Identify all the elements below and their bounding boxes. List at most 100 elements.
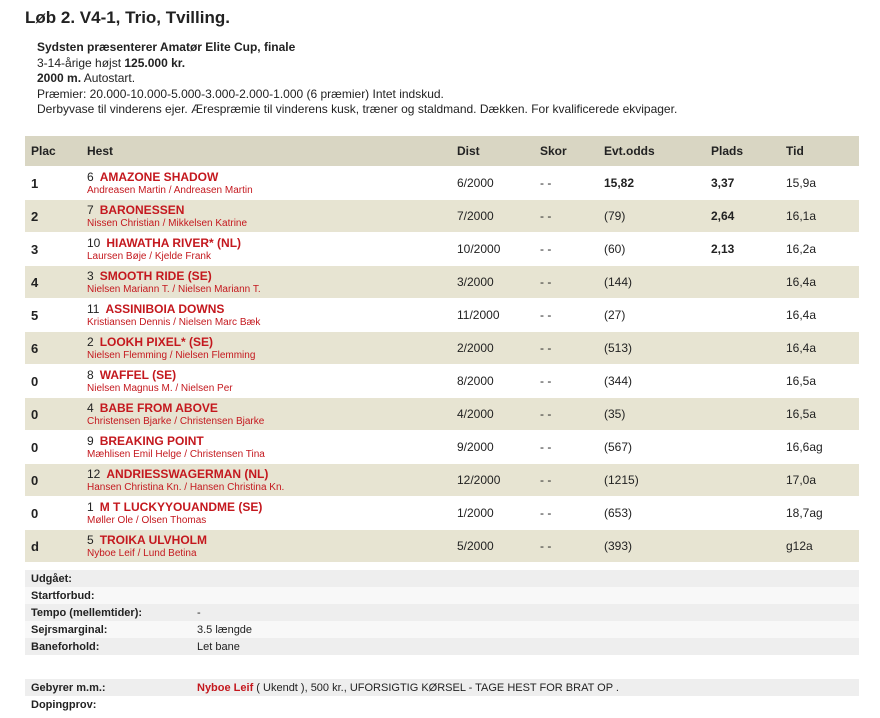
horse-number: 1 [87,499,94,514]
results-header-row: Plac Hest Dist Skor Evt.odds Plads Tid [25,136,859,167]
cell-hest: 5 TROIKA ULVHOLM Nyboe Leif / Lund Betina [81,529,451,562]
horse-name-link[interactable]: BREAKING POINT [100,434,204,448]
driver-trainer-link[interactable]: Nielsen Mariann T. / Nielsen Mariann T. [87,283,451,297]
cell-dist: 7/2000 [451,199,534,233]
cell-skor: - - [534,463,598,497]
cell-odds: (653) [598,496,705,530]
col-dist: Dist [451,136,534,167]
race-distance: 2000 m. Autostart. [37,71,677,87]
cell-plac: 0 [25,364,81,398]
race-distance-value: 2000 m. [37,71,82,86]
table-row: 5 11 ASSINIBOIA DOWNS Kristiansen Dennis / … [25,298,859,332]
race-max-earnings: 125.000 kr. [124,55,186,70]
col-skor: Skor [534,136,598,167]
cell-odds: (1215) [598,463,705,497]
doping-label: Dopingprov: [31,698,97,711]
driver-trainer-link[interactable]: Andreasen Martin / Andreasen Martin [87,184,451,198]
cell-skor: - - [534,199,598,233]
cell-hest: 6 AMAZONE SHADOW Andreasen Martin / Andrea… [81,166,451,200]
horse-name-link[interactable]: TROIKA ULVHOLM [100,533,207,547]
cell-skor: - - [534,331,598,365]
cell-plads [705,496,780,530]
horse-name-link[interactable]: BABE FROM ABOVE [100,401,218,415]
meta-label: Tempo (mellemtider): [25,604,191,621]
col-plads: Plads [705,136,780,167]
horse-name-link[interactable]: ASSINIBOIA DOWNS [105,302,224,316]
cell-plads [705,298,780,332]
table-row: 4 3 SMOOTH RIDE (SE) Nielsen Mariann T. / N… [25,265,859,299]
cell-odds: (144) [598,265,705,299]
fees-label: Gebyrer m.m.: [25,679,191,696]
table-row: 0 8 WAFFEL (SE) Nielsen Magnus M. / Nielsen… [25,364,859,398]
meta-label: Udgået: [25,570,191,587]
meta-value: Let bane [191,638,859,655]
cell-tid: 15,9a [780,166,859,200]
cell-skor: - - [534,232,598,266]
cell-plads [705,265,780,299]
table-row: 01 M T LUCKYYOUANDME (SE) Møller Ole / Ols… [25,496,859,530]
fees-driver-link[interactable]: Nyboe Leif [197,682,253,694]
race-start-type: Autostart. [81,71,136,86]
horse-name-link[interactable]: LOOKH PIXEL* (SE) [100,335,213,349]
driver-trainer-link[interactable]: Nyboe Leif / Lund Betina [87,547,451,561]
col-tid: Tid [780,136,859,167]
driver-trainer-link[interactable]: Nissen Christian / Mikkelsen Katrine [87,217,451,231]
cell-plac: 0 [25,397,81,431]
driver-trainer-link[interactable]: Hansen Christina Kn. / Hansen Christina … [87,481,451,495]
table-row: 1 6 AMAZONE SHADOW Andreasen Martin / Andre… [25,166,859,200]
fees-row: Gebyrer m.m.: Nyboe Leif ( Ukendt ), 500… [25,679,859,696]
horse-name-link[interactable]: M T LUCKYYOUANDME (SE) [100,500,263,514]
meta-label: Baneforhold: [25,638,191,655]
table-row: 3 10 HIAWATHA RIVER* (NL) Laursen Bøje / Kj… [25,232,859,266]
horse-name-link[interactable]: HIAWATHA RIVER* (NL) [106,236,241,250]
cell-hest: 3 SMOOTH RIDE (SE) Nielsen Mariann T. / Ni… [81,265,451,299]
cell-dist: 9/2000 [451,430,534,464]
driver-trainer-link[interactable]: Laursen Bøje / Kjelde Frank [87,250,451,264]
driver-trainer-link[interactable]: Mæhlisen Emil Helge / Christensen Tina [87,448,451,462]
driver-trainer-link[interactable]: Kristiansen Dennis / Nielsen Marc Bæk [87,316,451,330]
race-prizes: Præmier: 20.000-10.000-5.000-3.000-2.000… [37,86,444,101]
horse-number: 4 [87,400,94,415]
horse-name-link[interactable]: BARONESSEN [100,203,185,217]
cell-plac: 5 [25,298,81,332]
cell-hest: 11 ASSINIBOIA DOWNS Kristiansen Dennis / N… [81,298,451,332]
col-odds: Evt.odds [598,136,705,167]
meta-label: Startforbud: [25,587,191,604]
fees-value: Nyboe Leif ( Ukendt ), 500 kr., UFORSIGT… [191,679,859,696]
cell-plac: 0 [25,496,81,530]
cell-odds: (27) [598,298,705,332]
cell-skor: - - [534,364,598,398]
cell-tid: 16,2a [780,232,859,266]
driver-trainer-link[interactable]: Christensen Bjarke / Christensen Bjarke [87,415,451,429]
cell-dist: 12/2000 [451,463,534,497]
cell-skor: - - [534,397,598,431]
driver-trainer-link[interactable]: Nielsen Magnus M. / Nielsen Per [87,382,451,396]
race-conditions-text: 3-14-årige højst [37,55,125,70]
horse-name-link[interactable]: SMOOTH RIDE (SE) [100,269,212,283]
horse-number: 7 [87,202,94,217]
cell-hest: 2 LOOKH PIXEL* (SE) Nielsen Flemming / Nie… [81,331,451,365]
cell-skor: - - [534,496,598,530]
cell-odds: (567) [598,430,705,464]
horse-number: 5 [87,532,94,547]
driver-trainer-link[interactable]: Møller Ole / Olsen Thomas [87,514,451,528]
cell-hest: 12 ANDRIESSWAGERMAN (NL) Hansen Christina … [81,463,451,497]
cell-dist: 2/2000 [451,331,534,365]
cell-tid: 18,7ag [780,496,859,530]
cell-dist: 5/2000 [451,529,534,562]
horse-name-link[interactable]: AMAZONE SHADOW [100,170,219,184]
results-table: Plac Hest Dist Skor Evt.odds Plads Tid 1… [25,136,859,562]
horse-name-link[interactable]: ANDRIESSWAGERMAN (NL) [106,467,268,481]
cell-plac: 0 [25,463,81,497]
cell-tid: 16,4a [780,331,859,365]
cell-hest: 7 BARONESSEN Nissen Christian / Mikkelsen … [81,199,451,233]
cell-dist: 3/2000 [451,265,534,299]
cell-skor: - - [534,529,598,562]
driver-trainer-link[interactable]: Nielsen Flemming / Nielsen Flemming [87,349,451,363]
horse-number: 11 [87,301,100,316]
cell-plads [705,463,780,497]
horse-name-link[interactable]: WAFFEL (SE) [100,368,176,382]
cell-hest: 1 M T LUCKYYOUANDME (SE) Møller Ole / Olse… [81,496,451,530]
race-title: Løb 2. V4-1, Trio, Tvilling. [25,8,230,27]
col-plac: Plac [25,136,81,167]
